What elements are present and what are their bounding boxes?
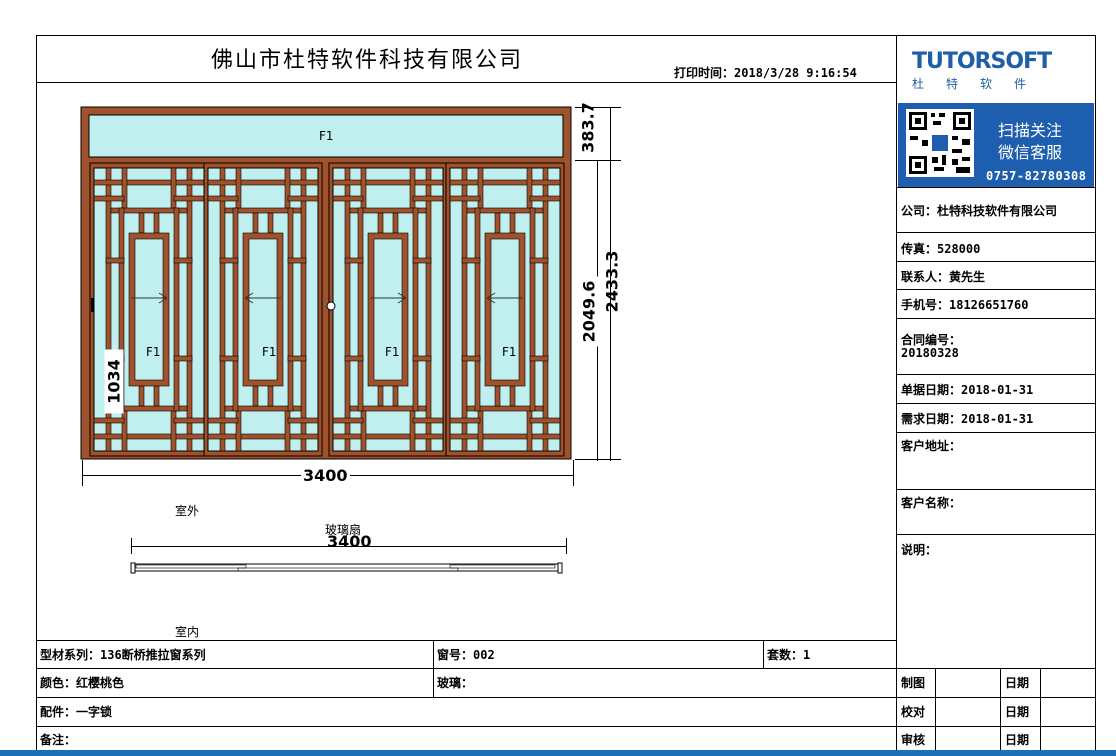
info-company: 公司：杜特科技软件有限公司 [901,204,1058,218]
info-fax: 传真：528000 [901,242,981,256]
cell-glass: 玻璃： [437,676,474,690]
qr-phone: 0757-82780308 [986,169,1087,183]
info-doc-date: 单据日期：2018-01-31 [901,383,1034,397]
table-col [1000,668,1001,751]
dim-width-tick-right [573,460,574,486]
section-width: 3400 [327,532,372,551]
window-elevation-drawing [80,106,572,460]
table-line [36,668,1096,669]
info-line [896,403,1096,404]
dim-width-tick-left [82,460,83,486]
right-column-divider [896,35,897,751]
qr-code-icon [906,109,974,177]
cell-color: 颜色：红樱桃色 [40,676,125,690]
dim-top: 383.7 [578,102,598,153]
info-line [896,432,1096,433]
table-col [1040,668,1041,751]
transom-label: F1 [319,129,334,143]
panel-label-4: F1 [502,345,517,359]
info-line [896,374,1096,375]
tutorsoft-logo: TUTORSOFT 杜特软件 [898,37,1094,101]
info-mobile: 手机号：18126651760 [901,298,1029,312]
info-line [896,187,1096,188]
info-line [896,289,1096,290]
cell-window-no: 窗号：002 [437,648,495,662]
bottom-accent-bar [0,750,1116,756]
dim-width: 3400 [301,466,350,485]
info-line [896,318,1096,319]
table-line [36,640,897,641]
section-dim-line [131,546,567,547]
dim-total: 2433.3 [602,250,622,313]
info-line [896,534,1096,535]
table-col [763,640,764,669]
info-remarks: 说明： [901,543,938,557]
logo-brand-sub: 杜特软件 [912,77,1049,91]
title-divider [36,82,897,83]
print-time-label: 打印时间： [674,66,735,80]
info-line [896,261,1096,262]
cell-date-2: 日期 [1005,705,1030,719]
cell-audited: 审核 [901,733,926,747]
table-line [36,726,1096,727]
cell-accessory: 配件：一字锁 [40,705,113,719]
panel-label-1: F1 [146,345,161,359]
info-customer-address: 客户地址： [901,439,962,453]
info-need-date: 需求日期：2018-01-31 [901,412,1034,426]
outside-label: 室外 [175,504,200,518]
qr-line1: 扫描关注 [998,121,1063,140]
panel-label-3: F1 [385,345,400,359]
cell-checked: 校对 [901,705,926,719]
qr-banner: 扫描关注 微信客服 0757-82780308 [898,103,1094,187]
table-col [935,668,936,751]
qr-line2: 微信客服 [998,143,1063,162]
cell-sets: 套数：1 [767,648,811,662]
cell-drawn: 制图 [901,676,926,690]
table-col [433,640,434,698]
cell-note: 备注： [40,733,77,747]
table-line [36,697,1096,698]
cell-date-1: 日期 [1005,676,1030,690]
section-dim-tick [566,538,567,554]
info-contact: 联系人：黄先生 [901,270,986,284]
print-time-value: 2018/3/28 9:16:54 [734,66,857,80]
info-line [896,489,1096,490]
company-title: 佛山市杜特软件科技有限公司 [210,48,523,73]
inside-label: 室内 [175,625,200,639]
print-time: 打印时间：2018/3/28 9:16:54 [674,64,857,81]
cell-series: 型材系列：136断桥推拉窗系列 [40,648,206,662]
info-customer-name: 客户名称： [901,496,962,510]
panel-label-2: F1 [262,345,277,359]
section-dim-tick [131,538,132,554]
dim-handle: 1034 [104,349,124,414]
info-line [896,232,1096,233]
dim-tick [575,459,621,460]
cell-date-3: 日期 [1005,733,1030,747]
dim-sash: 2049.6 [579,276,599,347]
logo-brand: TUTORSOFT [912,49,1052,74]
section-plan-view [130,562,563,574]
info-contract-value: 20180328 [901,346,959,360]
